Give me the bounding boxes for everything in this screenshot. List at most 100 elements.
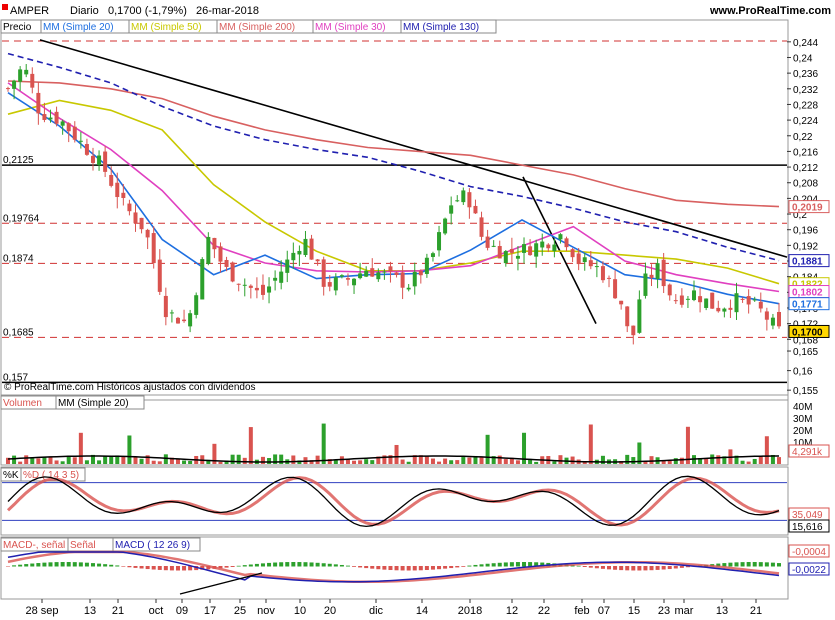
x-tick-label: nov bbox=[257, 605, 275, 617]
candle-down bbox=[728, 307, 733, 310]
candle-down bbox=[546, 244, 551, 249]
legend-ma130: MM (Simple 130) bbox=[403, 22, 479, 33]
candle-down bbox=[260, 284, 265, 295]
legend-volume-ma: MM (Simple 20) bbox=[58, 398, 129, 409]
price-tick-label: 0,155 bbox=[793, 386, 818, 397]
macd-histogram-bar bbox=[661, 566, 666, 570]
candle-down bbox=[327, 282, 332, 287]
macd-histogram-bar bbox=[625, 566, 630, 571]
candle-up bbox=[267, 286, 272, 293]
candle-up bbox=[200, 259, 205, 300]
candle-down bbox=[394, 272, 399, 276]
volume-bar bbox=[36, 458, 41, 464]
candle-up bbox=[376, 272, 381, 280]
candle-down bbox=[254, 287, 259, 291]
macd-histogram-bar bbox=[327, 563, 332, 567]
volume-bar bbox=[291, 455, 296, 464]
volume-bar bbox=[764, 436, 769, 464]
macd-histogram-bar bbox=[121, 566, 126, 567]
macd-histogram-bar bbox=[224, 566, 229, 568]
x-tick-label: 10 bbox=[294, 605, 306, 617]
level-label: 0,1874 bbox=[3, 253, 34, 264]
candle-down bbox=[528, 246, 533, 256]
candle-up bbox=[734, 293, 739, 313]
volume-bar bbox=[704, 458, 709, 464]
candle-down bbox=[576, 253, 581, 265]
macd-histogram-bar bbox=[613, 566, 618, 570]
volume-bar bbox=[461, 457, 466, 464]
macd-histogram-bar bbox=[358, 566, 363, 568]
macd-histogram-bar bbox=[479, 564, 484, 567]
candle-down bbox=[619, 300, 624, 305]
candle-down bbox=[72, 126, 77, 140]
candle-down bbox=[388, 266, 393, 272]
candle-up bbox=[752, 299, 757, 301]
candle-down bbox=[163, 295, 168, 318]
volume-bar bbox=[84, 460, 89, 464]
volume-bar bbox=[485, 434, 490, 464]
candle-down bbox=[42, 114, 47, 120]
price-tick-label: 0,192 bbox=[793, 241, 818, 252]
macd-histogram-bar bbox=[619, 566, 624, 571]
candle-down bbox=[588, 260, 593, 267]
volume-bar bbox=[710, 454, 715, 464]
macd-histogram-bar bbox=[473, 564, 478, 567]
candle-down bbox=[157, 259, 162, 292]
volume-bar bbox=[777, 457, 781, 464]
volume-bar bbox=[503, 459, 508, 464]
price-tick-label: 0,165 bbox=[793, 347, 818, 358]
price-tick-label: 0,232 bbox=[793, 85, 818, 96]
macd-histogram-bar bbox=[90, 563, 95, 567]
volume-last-label: 4,291k bbox=[792, 447, 823, 458]
header-site: www.ProRealTime.com bbox=[709, 5, 831, 17]
x-tick-label: 17 bbox=[204, 605, 216, 617]
macd-histogram-bar bbox=[157, 566, 162, 570]
macd-histogram-bar bbox=[291, 562, 296, 567]
macd-lines bbox=[6, 550, 781, 595]
price-tick-label: 0,216 bbox=[793, 147, 818, 158]
candle-up bbox=[18, 69, 23, 82]
macd-histogram-bar bbox=[740, 562, 745, 567]
volume-bar bbox=[12, 455, 17, 464]
macd-histogram-bar bbox=[388, 566, 393, 571]
level-label: 0,19764 bbox=[3, 213, 40, 224]
volume-bar bbox=[157, 461, 162, 464]
candle-up bbox=[303, 238, 308, 256]
x-tick-label: feb bbox=[574, 605, 589, 617]
volume-bar bbox=[430, 458, 435, 464]
x-tick-label: 20 bbox=[324, 605, 336, 617]
macd-histogram-bar bbox=[503, 562, 508, 567]
macd-histogram-bar bbox=[279, 562, 284, 567]
volume-bar bbox=[18, 461, 23, 464]
macd-histogram-bar bbox=[127, 566, 132, 568]
candle-up bbox=[455, 200, 460, 202]
macd-histogram-bar bbox=[333, 564, 338, 567]
candle-up bbox=[339, 275, 344, 277]
volume-bar bbox=[679, 457, 684, 464]
ma-label-value: 0,1802 bbox=[792, 288, 823, 299]
candle-up bbox=[515, 255, 520, 259]
candle-up bbox=[558, 234, 563, 240]
legend-macd: MACD ( 12 26 9) bbox=[115, 540, 190, 551]
macd-histogram-bar bbox=[309, 562, 314, 567]
candle-down bbox=[54, 111, 59, 124]
candle-up bbox=[333, 277, 338, 291]
legend-ma50: MM (Simple 50) bbox=[131, 22, 202, 33]
volume-bar bbox=[60, 461, 65, 464]
candle-down bbox=[607, 277, 612, 279]
candle-down bbox=[345, 278, 350, 280]
candle-down bbox=[248, 285, 253, 288]
macd-histogram-bar bbox=[376, 566, 381, 570]
macd-histogram-bar bbox=[182, 566, 187, 571]
candle-down bbox=[777, 311, 781, 327]
volume-bar bbox=[109, 455, 114, 464]
volume-bar bbox=[260, 456, 265, 464]
candle-up bbox=[279, 271, 284, 283]
volume-bar bbox=[30, 458, 35, 464]
volume-bar bbox=[394, 444, 399, 464]
macd-histogram-bar bbox=[594, 566, 599, 569]
volume-bar bbox=[740, 460, 745, 464]
macd-histogram-bar bbox=[18, 564, 23, 567]
price-y-axis: 0,244 0,24 0,236 0,232 0,228 0,224 0,22 0,216 0,… bbox=[787, 38, 818, 397]
macd-histogram-bar bbox=[461, 566, 466, 567]
